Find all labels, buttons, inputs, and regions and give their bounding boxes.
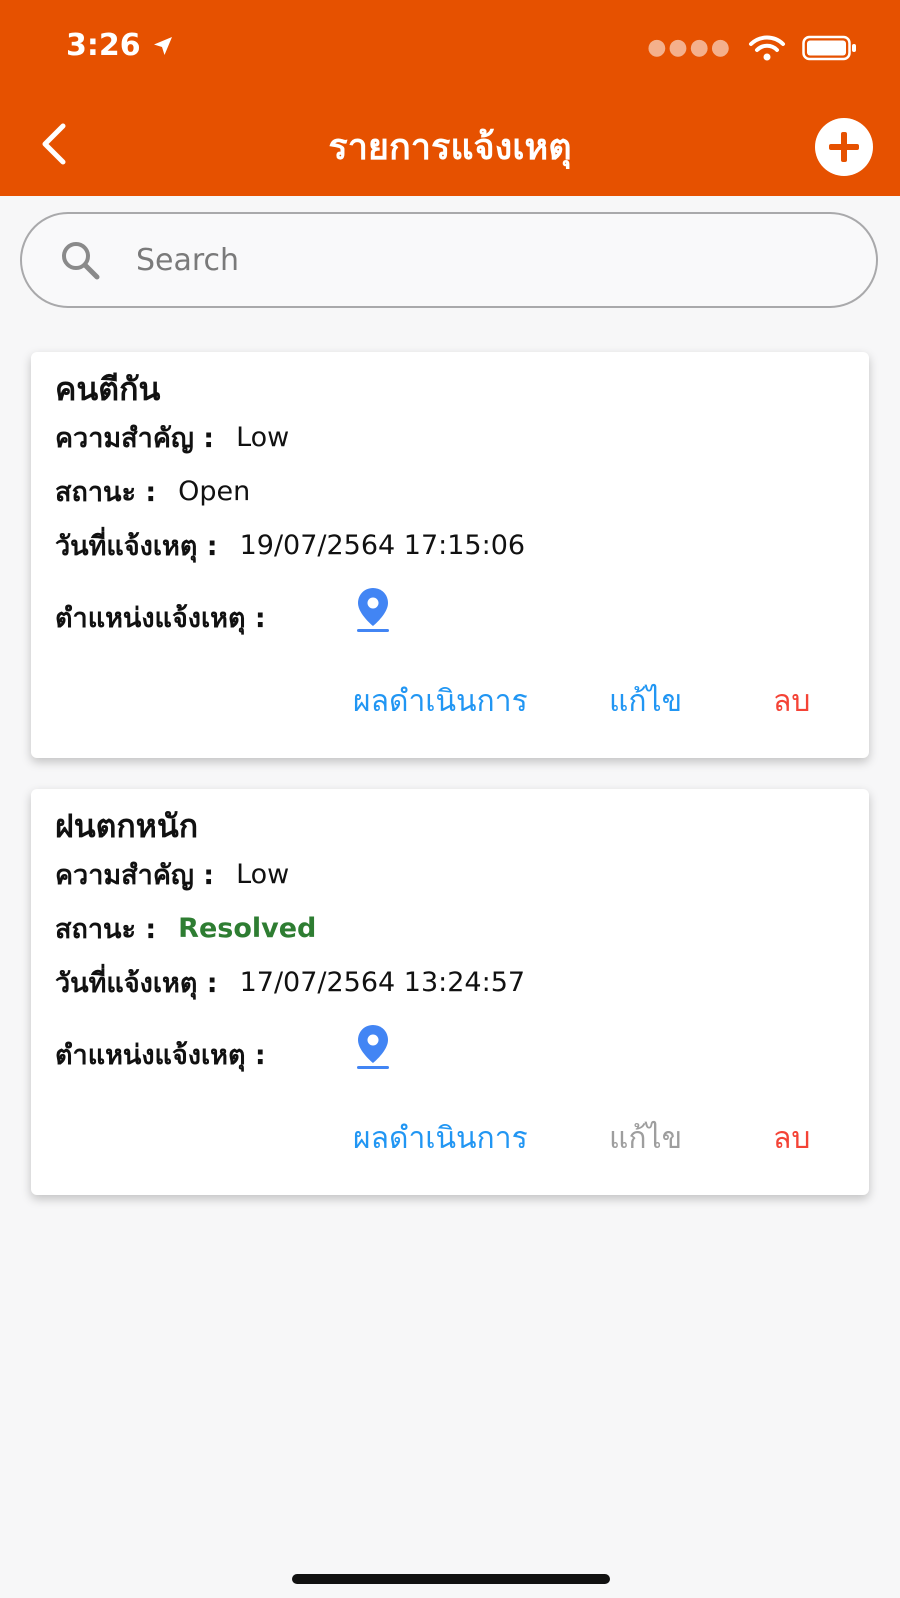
location-row: ตำแหน่งแจ้งเหตุ :	[55, 596, 266, 639]
status-value: Open	[178, 476, 251, 507]
status-row: สถานะ : Open	[55, 470, 250, 513]
date-row: วันที่แจ้งเหตุ : 17/07/2564 13:24:57	[55, 961, 525, 1004]
search-bar[interactable]	[20, 212, 878, 308]
location-label: ตำแหน่งแจ้งเหตุ :	[55, 1040, 266, 1071]
wifi-icon	[749, 35, 785, 61]
status-time: 3:26	[66, 28, 175, 63]
priority-row: ความสำคัญ : Low	[55, 853, 289, 896]
date-label: วันที่แจ้งเหตุ :	[55, 968, 218, 999]
delete-button[interactable]: ลบ	[773, 678, 810, 725]
result-button[interactable]: ผลดำเนินการ	[353, 678, 528, 725]
location-label: ตำแหน่งแจ้งเหตุ :	[55, 603, 266, 634]
date-value: 17/07/2564 13:24:57	[239, 967, 526, 998]
status-indicators: ●●●●	[647, 34, 858, 62]
battery-icon	[802, 35, 856, 61]
edit-button-disabled: แก้ไข	[609, 1121, 683, 1156]
report-title: ฝนตกหนัก	[55, 807, 199, 845]
search-icon	[56, 236, 104, 284]
priority-label: ความสำคัญ :	[55, 423, 215, 454]
status-label: สถานะ :	[55, 477, 157, 508]
report-title: คนตีกัน	[55, 370, 161, 408]
signal-icon: ●●●●	[647, 35, 732, 60]
map-pin-icon[interactable]	[353, 586, 393, 634]
priority-label: ความสำคัญ :	[55, 860, 215, 891]
map-pin-icon[interactable]	[353, 1023, 393, 1071]
report-card: ฝนตกหนัก ความสำคัญ : Low สถานะ : Resolve…	[31, 789, 869, 1195]
delete-button[interactable]: ลบ	[773, 1115, 810, 1162]
search-input[interactable]	[134, 241, 818, 279]
date-label: วันที่แจ้งเหตุ :	[55, 531, 218, 562]
plus-circle-icon	[815, 118, 873, 176]
date-row: วันที่แจ้งเหตุ : 19/07/2564 17:15:06	[55, 524, 525, 567]
page-title: รายการแจ้งเหตุ	[328, 127, 572, 168]
priority-row: ความสำคัญ : Low	[55, 416, 289, 459]
home-indicator	[292, 1574, 610, 1584]
date-value: 19/07/2564 17:15:06	[239, 530, 526, 561]
priority-value: Low	[236, 422, 290, 453]
edit-button[interactable]: แก้ไข	[609, 678, 682, 725]
status-row: สถานะ : Resolved	[55, 907, 316, 950]
location-arrow-icon	[153, 36, 172, 55]
status-label: สถานะ :	[55, 914, 157, 945]
result-button[interactable]: ผลดำเนินการ	[353, 1115, 528, 1162]
status-time-label: 3:26	[66, 28, 141, 63]
priority-value: Low	[236, 859, 290, 890]
app-header: 3:26 ●●●● รายการแจ้งเหตุ	[0, 0, 900, 196]
status-value: Resolved	[178, 913, 317, 944]
location-row: ตำแหน่งแจ้งเหตุ :	[55, 1033, 266, 1076]
add-report-button[interactable]	[814, 117, 874, 177]
report-card: คนตีกัน ความสำคัญ : Low สถานะ : Open วัน…	[31, 352, 869, 758]
screen: 3:26 ●●●● รายการแจ้งเหตุ Search คนตีกัน …	[0, 0, 900, 1598]
